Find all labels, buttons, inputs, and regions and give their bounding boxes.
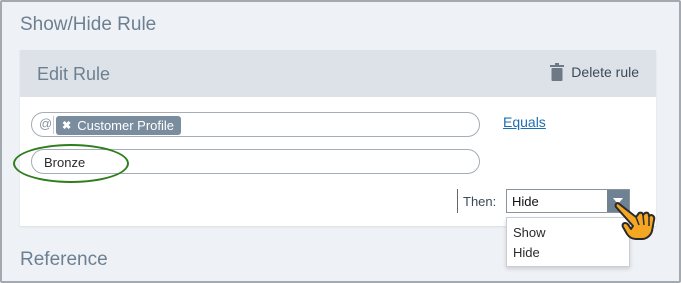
edit-rule-title: Edit Rule xyxy=(37,64,111,84)
at-symbol: @ xyxy=(39,116,53,131)
trash-icon xyxy=(550,63,565,81)
value-text: Bronze xyxy=(44,155,86,170)
pointer-hand-icon xyxy=(614,202,656,240)
option-show[interactable]: Show xyxy=(513,225,546,240)
option-hide[interactable]: Hide xyxy=(513,245,540,260)
selected-action: Hide xyxy=(512,194,539,209)
then-divider xyxy=(457,189,458,213)
remove-tag-icon[interactable]: ✖ xyxy=(62,119,71,132)
section-title: Show/Hide Rule xyxy=(20,14,157,35)
value-input[interactable]: Bronze xyxy=(31,149,480,174)
input-divider xyxy=(53,116,54,134)
field-tag[interactable]: ✖ Customer Profile xyxy=(56,116,182,135)
show-hide-rule-panel: Show/Hide Rule Edit Rule Delete rule @ ✖… xyxy=(0,0,681,283)
field-tag-label: Customer Profile xyxy=(77,118,175,133)
operator-link[interactable]: Equals xyxy=(503,114,546,130)
edit-rule-header: Edit Rule Delete rule xyxy=(20,50,656,97)
delete-rule-button[interactable]: Delete rule xyxy=(550,63,639,81)
field-selector-input[interactable]: @ ✖ Customer Profile xyxy=(31,112,480,137)
then-label: Then: xyxy=(463,194,497,209)
delete-rule-label: Delete rule xyxy=(571,64,639,80)
reference-title: Reference xyxy=(20,249,108,270)
